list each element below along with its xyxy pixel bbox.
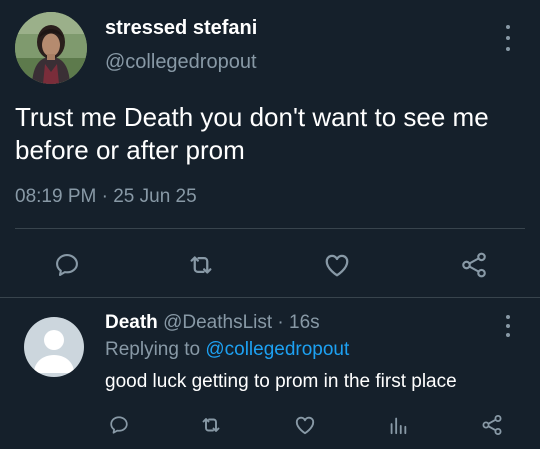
reply-avatar[interactable]	[24, 317, 84, 377]
main-tweet: stressed stefani @collegedropout Trust m…	[0, 0, 540, 298]
author-name[interactable]: stressed stefani	[105, 17, 257, 40]
author-handle[interactable]: @collegedropout	[105, 51, 257, 74]
reply-time-ago: 16s	[289, 312, 320, 333]
tweet-date: 25 Jun 25	[113, 186, 197, 207]
reply-button[interactable]	[49, 247, 85, 283]
meta-separator: ·	[101, 186, 108, 207]
share-icon	[462, 252, 486, 278]
reply-header: Death @DeathsList · 16s	[105, 312, 320, 334]
reply-more-options-button[interactable]	[501, 315, 515, 337]
more-icon	[506, 315, 510, 319]
retweet-icon	[202, 418, 220, 432]
like-icon	[295, 416, 315, 435]
tweet-timestamp: 08:19 PM · 25 Jun 25	[15, 186, 197, 208]
avatar[interactable]	[15, 12, 87, 84]
retweet-icon	[190, 256, 212, 274]
reply-retweet-button[interactable]	[197, 411, 225, 439]
profile-photo	[15, 12, 87, 84]
retweet-button[interactable]	[183, 247, 219, 283]
reply-share-button[interactable]	[477, 410, 507, 440]
reply-tweet: Death @DeathsList · 16s Replying to @col…	[0, 299, 540, 449]
more-options-button[interactable]	[501, 25, 515, 51]
share-button[interactable]	[455, 246, 493, 284]
more-icon	[506, 25, 510, 29]
tweet-separator	[0, 297, 540, 298]
tweet-time: 08:19 PM	[15, 186, 97, 207]
reply-author-name[interactable]: Death	[105, 312, 158, 333]
default-avatar-icon	[34, 330, 74, 373]
share-icon	[482, 415, 502, 435]
reply-author-handle[interactable]: @DeathsList	[163, 312, 272, 333]
reply-like-button[interactable]	[290, 410, 320, 440]
analytics-button[interactable]	[384, 411, 412, 439]
analytics-icon	[390, 417, 407, 435]
replying-to: Replying to @collegedropout	[105, 339, 349, 361]
divider	[15, 228, 525, 229]
reply-text: good luck getting to prom in the first p…	[105, 371, 457, 392]
like-button[interactable]	[318, 246, 356, 284]
replying-to-mention[interactable]: @collegedropout	[205, 339, 349, 360]
replying-to-label: Replying to	[105, 339, 201, 360]
tweet-text: Trust me Death you don't want to see me …	[15, 102, 489, 165]
reply-icon	[56, 254, 78, 276]
reply-meta-separator: ·	[277, 312, 284, 333]
reply-reply-button[interactable]	[105, 411, 133, 439]
like-icon	[325, 254, 349, 277]
reply-icon	[110, 416, 128, 434]
